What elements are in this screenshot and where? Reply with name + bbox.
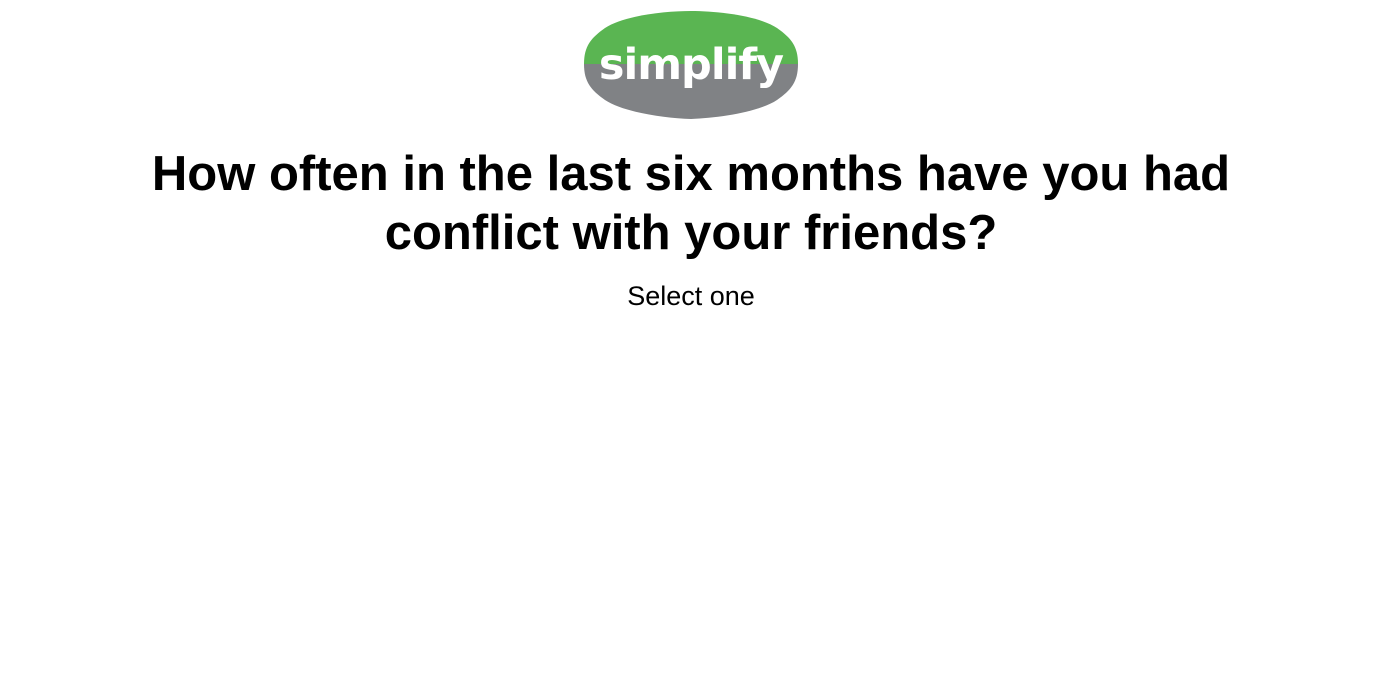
question-title: How often in the last six months have yo…	[151, 147, 1231, 260]
survey-page: simplify How often in the last six month…	[0, 0, 1382, 683]
select-one-instruction: Select one	[627, 281, 755, 311]
logo-text: simplify	[599, 40, 784, 90]
simplify-logo: simplify	[583, 10, 799, 120]
